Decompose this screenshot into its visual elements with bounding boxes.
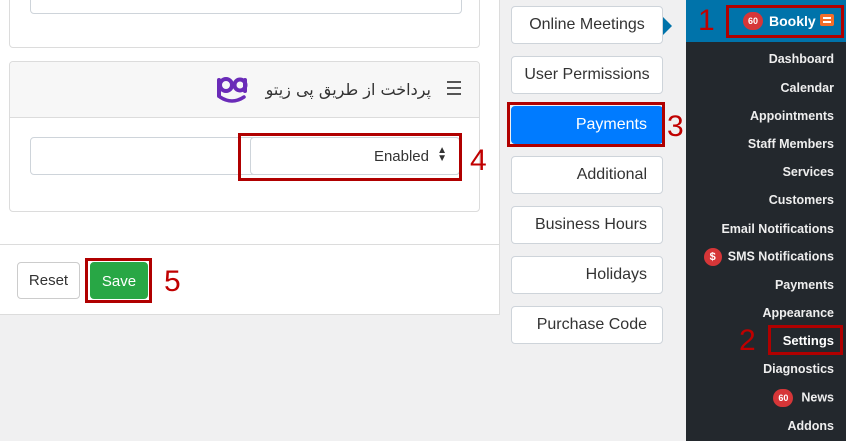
sidebar-item-addons[interactable]: Addons	[787, 419, 834, 433]
menu-online-meetings[interactable]: Online Meetings	[511, 6, 663, 44]
step-number-2: 2	[739, 324, 756, 357]
sidebar-item-dashboard[interactable]: Dashboard	[769, 52, 834, 66]
bookly-count-badge: 60	[743, 12, 763, 30]
reset-button[interactable]: Reset	[17, 262, 80, 299]
previous-gateway-field[interactable]	[30, 0, 462, 14]
step-number-5: 5	[164, 265, 181, 298]
sidebar-item-services[interactable]: Services	[783, 165, 834, 179]
select-arrows-icon: ▲ ▼	[437, 145, 447, 164]
news-count-badge: 60	[773, 389, 794, 407]
menu-additional[interactable]: Additional	[511, 156, 663, 194]
sidebar-item-calendar[interactable]: Calendar	[781, 81, 835, 95]
news-label: News	[801, 390, 834, 405]
sidebar-item-email-notifications[interactable]: Email Notifications	[721, 222, 834, 236]
previous-gateway-card	[9, 0, 480, 48]
sidebar-item-staff-members[interactable]: Staff Members	[748, 137, 834, 151]
admin-sidebar: 60 Bookly Dashboard Calendar Appointment…	[686, 0, 846, 441]
sidebar-item-appointments[interactable]: Appointments	[750, 109, 834, 123]
sidebar-item-payments[interactable]: Payments	[775, 278, 834, 292]
menu-business-hours[interactable]: Business Hours	[511, 206, 663, 244]
gateway-status-value: Enabled	[373, 148, 429, 165]
bookly-label: Bookly	[769, 13, 816, 29]
save-button[interactable]: Save	[90, 262, 148, 299]
sidebar-item-settings[interactable]: Settings	[783, 333, 834, 348]
menu-payments[interactable]: Payments	[511, 106, 663, 144]
menu-pointer-icon	[663, 17, 672, 35]
gateway-card-header: پرداخت از طریق پی زیتو	[10, 62, 479, 118]
sidebar-item-appearance[interactable]: Appearance	[762, 306, 834, 320]
dollar-badge-icon: $	[703, 248, 722, 266]
sms-notifications-label: SMS Notifications	[727, 249, 834, 264]
drag-handle-icon[interactable]	[447, 81, 461, 99]
sidebar-item-sms-notifications[interactable]: $ SMS Notifications	[703, 248, 834, 266]
menu-user-permissions[interactable]: User Permissions	[511, 56, 663, 94]
menu-purchase-code[interactable]: Purchase Code	[511, 306, 663, 344]
gateway-title: پرداخت از طریق پی زیتو	[265, 80, 431, 99]
settings-panel: پرداخت از طریق پی زیتو Enabled ▲ ▼ Reset …	[0, 0, 500, 315]
menu-holidays[interactable]: Holidays	[511, 256, 663, 294]
bookly-menu-icon	[820, 14, 834, 26]
footer-divider	[0, 244, 500, 245]
payzito-logo-icon	[217, 77, 248, 103]
step-number-4: 4	[470, 144, 487, 177]
gateway-status-select[interactable]: Enabled ▲ ▼	[250, 137, 460, 175]
sidebar-item-diagnostics[interactable]: Diagnostics	[763, 362, 834, 376]
sidebar-item-customers[interactable]: Customers	[769, 193, 834, 207]
sidebar-item-news[interactable]: 60 News	[773, 389, 834, 407]
payment-gateway-card: پرداخت از طریق پی زیتو Enabled ▲ ▼	[9, 61, 480, 212]
step-number-3: 3	[667, 110, 684, 143]
step-number-1: 1	[698, 4, 715, 37]
